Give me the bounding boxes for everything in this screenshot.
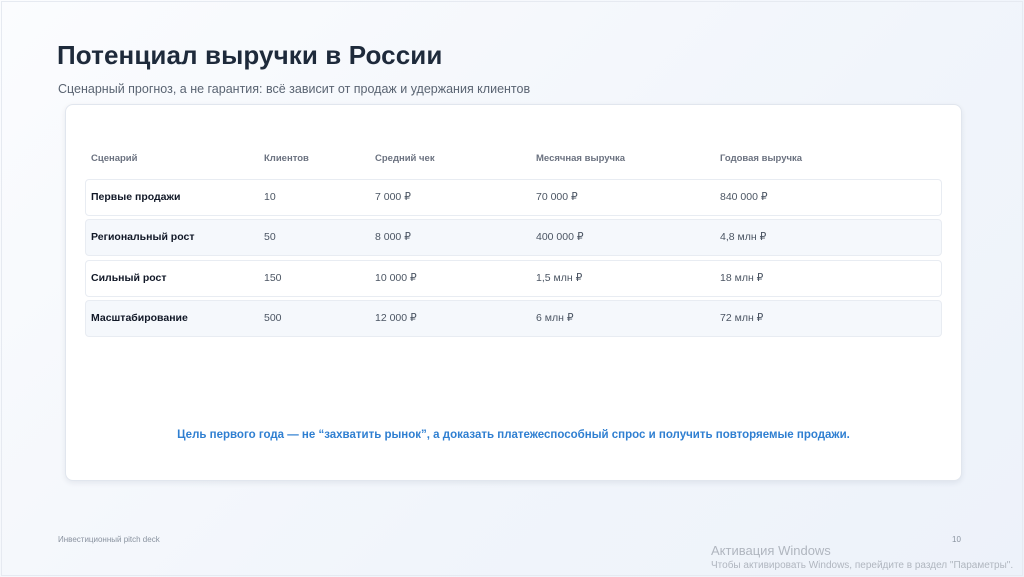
goal-callout: Цель первого года — не “захватить рынок”… — [177, 429, 850, 441]
cell-monthly-revenue: 6 млн ₽ — [536, 312, 574, 324]
cell-monthly-revenue: 400 000 ₽ — [536, 231, 584, 243]
header-clients: Клиентов — [264, 153, 309, 164]
header-annual-revenue: Годовая выручка — [720, 153, 803, 164]
header-monthly-revenue: Месячная выручка — [536, 153, 626, 164]
cell-scenario: Масштабирование — [91, 312, 188, 324]
cell-avg-check: 7 000 ₽ — [375, 191, 411, 203]
table-header: Сценарий Клиентов Средний чек Месячная в… — [86, 153, 941, 167]
page-number: 10 — [952, 535, 961, 544]
table-row: Региональный рост 50 8 000 ₽ 400 000 ₽ 4… — [85, 219, 942, 256]
cell-annual-revenue: 840 000 ₽ — [720, 191, 768, 203]
cell-avg-check: 8 000 ₽ — [375, 231, 411, 243]
table-row: Масштабирование 500 12 000 ₽ 6 млн ₽ 72 … — [85, 300, 942, 337]
cell-annual-revenue: 18 млн ₽ — [720, 272, 764, 284]
slide-subtitle: Сценарный прогноз, а не гарантия: всё за… — [58, 82, 531, 96]
cell-scenario: Сильный рост — [91, 272, 167, 284]
cell-clients: 10 — [264, 191, 276, 203]
cell-avg-check: 10 000 ₽ — [375, 272, 417, 284]
revenue-table-card: Сценарий Клиентов Средний чек Месячная в… — [65, 104, 962, 481]
cell-annual-revenue: 72 млн ₽ — [720, 312, 764, 324]
slide-title: Потенциал выручки в России — [57, 40, 443, 70]
cell-monthly-revenue: 1,5 млн ₽ — [536, 272, 583, 284]
cell-scenario: Региональный рост — [91, 231, 195, 243]
cell-scenario: Первые продажи — [91, 191, 181, 203]
cell-avg-check: 12 000 ₽ — [375, 312, 417, 324]
table-row: Первые продажи 10 7 000 ₽ 70 000 ₽ 840 0… — [85, 179, 942, 216]
cell-clients: 50 — [264, 231, 276, 243]
windows-activation-subtitle: Чтобы активировать Windows, перейдите в … — [711, 560, 1014, 571]
cell-annual-revenue: 4,8 млн ₽ — [720, 231, 767, 243]
windows-activation-title: Активация Windows — [711, 543, 831, 558]
cell-clients: 150 — [264, 272, 282, 284]
table-row: Сильный рост 150 10 000 ₽ 1,5 млн ₽ 18 м… — [85, 260, 942, 297]
cell-monthly-revenue: 70 000 ₽ — [536, 191, 578, 203]
header-avg-check: Средний чек — [375, 153, 435, 164]
footer-deck-name: Инвестиционный pitch deck — [58, 535, 160, 544]
header-scenario: Сценарий — [91, 153, 138, 164]
slide: Потенциал выручки в России Сценарный про… — [0, 0, 1024, 577]
cell-clients: 500 — [264, 312, 282, 324]
